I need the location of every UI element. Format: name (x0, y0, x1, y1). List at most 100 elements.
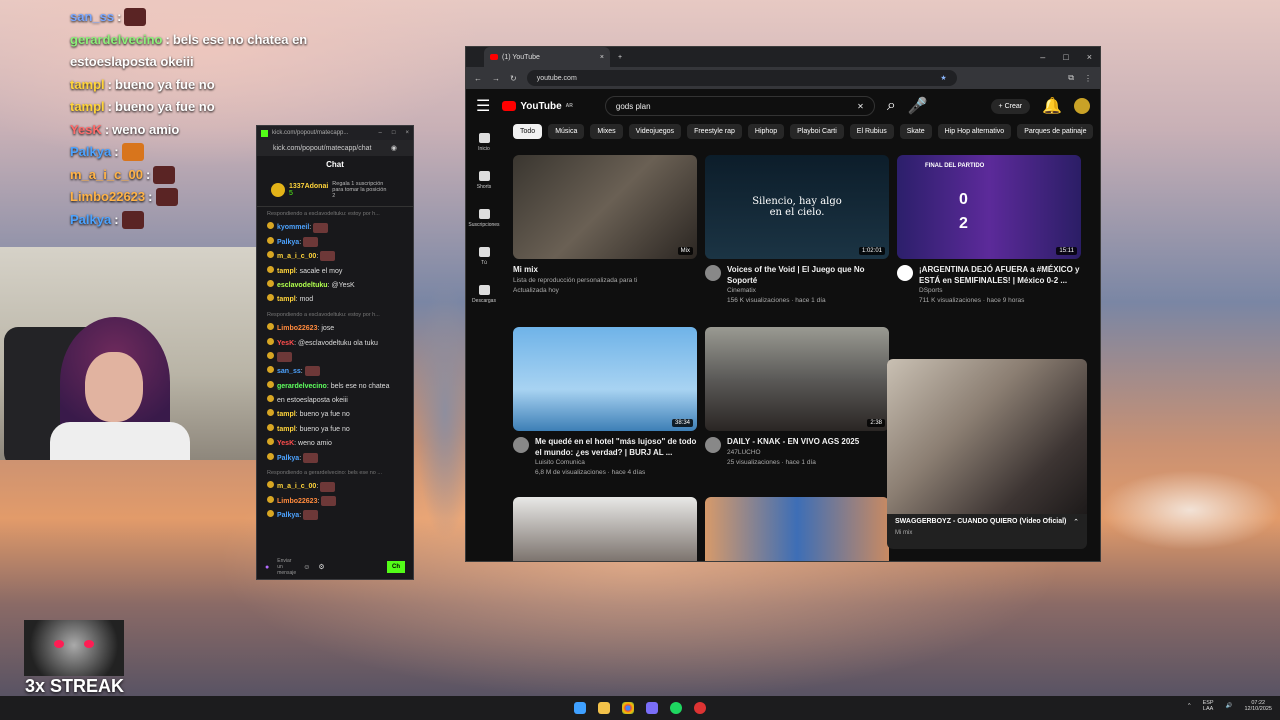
chat-message[interactable]: Limbo22623: jose (257, 322, 413, 336)
volume-icon[interactable]: 🔊 (1226, 703, 1233, 709)
chat-message[interactable]: kyommeil: (257, 221, 413, 235)
voice-search-icon[interactable]: 🎤 (908, 96, 928, 116)
video-card[interactable] (705, 497, 889, 561)
filter-chip[interactable]: Skate (899, 124, 932, 139)
filter-chip[interactable]: Música (548, 124, 585, 139)
chat-input[interactable]: Enviar un mensaje (277, 558, 296, 576)
video-thumbnail[interactable]: Mix (513, 155, 697, 259)
video-title[interactable]: ¡ARGENTINA DEJÓ AFUERA a #MÉXICO y ESTÁ … (919, 265, 1081, 286)
reply-context[interactable]: Respondiendo a gerardelvecino: bels ese … (257, 466, 413, 480)
obs-icon[interactable] (694, 702, 706, 714)
chat-username[interactable]: YesK (277, 340, 294, 347)
create-button[interactable]: + Crear (990, 98, 1031, 114)
video-thumbnail[interactable] (513, 497, 697, 561)
chat-username[interactable]: tampl (277, 268, 296, 275)
filter-chip[interactable]: Parques de patinaje (1017, 124, 1094, 139)
search-input[interactable]: gods plan ✕ (604, 96, 875, 116)
chat-username[interactable]: tampl (277, 411, 296, 418)
filter-chip[interactable]: Hip Hop alternativo (937, 124, 1012, 139)
video-channel[interactable]: 247LUCHO (727, 448, 859, 458)
chat-message[interactable]: m_a_i_c_00: (257, 480, 413, 494)
chat-username[interactable]: m_a_i_c_00 (277, 483, 316, 490)
video-channel[interactable]: Luisito Comunica (535, 458, 697, 468)
close-icon[interactable]: × (405, 130, 409, 136)
video-thumbnail[interactable]: FINAL DEL PARTIDO 0 2 15:11 (897, 155, 1081, 259)
video-card[interactable]: Silencio, hay algo en el cielo. 1:02:01 V… (705, 155, 889, 306)
video-title[interactable]: Voices of the Void | El Juego que No Sop… (727, 265, 889, 286)
language-indicator[interactable]: ESP LAA (1203, 700, 1214, 712)
chat-username[interactable]: Palkya (277, 455, 299, 462)
chat-username[interactable]: tampl (277, 296, 296, 303)
chat-message[interactable]: tampl: mod (257, 293, 413, 307)
chat-message[interactable]: YesK: @esclavodeltuku ola tuku (257, 337, 413, 351)
chat-message[interactable]: m_a_i_c_00: (257, 250, 413, 264)
bookmark-star-icon[interactable]: ★ (940, 74, 946, 82)
chat-username[interactable]: YesK (277, 440, 294, 447)
channel-avatar[interactable] (705, 265, 721, 281)
sidebar-item-2[interactable]: Suscripciones (466, 199, 502, 237)
chat-message[interactable]: Palkya: (257, 236, 413, 250)
video-thumbnail[interactable] (705, 497, 889, 561)
chat-message[interactable]: Palkya: (257, 509, 413, 523)
video-card[interactable] (513, 497, 697, 561)
chat-message[interactable]: Palkya: (257, 452, 413, 466)
settings-icon[interactable]: ⚙ (318, 563, 324, 571)
filter-chip[interactable]: Hiphop (747, 124, 785, 139)
tab-close-icon[interactable]: × (600, 54, 604, 61)
back-icon[interactable]: ← (474, 74, 482, 83)
chat-username[interactable]: san_ss (277, 368, 301, 375)
sidebar-item-1[interactable]: Shorts (466, 161, 502, 199)
kick-url-bar[interactable]: kick.com/popout/matecapp/chat ◉ (257, 140, 413, 156)
chat-message[interactable]: esclavodeltuku: @YesK (257, 279, 413, 293)
channel-avatar[interactable] (897, 265, 913, 281)
reload-icon[interactable]: ↻ (510, 74, 517, 83)
reply-context[interactable]: Respondiendo a esclavodeltuku: estoy por… (257, 308, 413, 322)
start-icon[interactable] (574, 702, 586, 714)
chat-message[interactable] (257, 351, 413, 365)
search-icon[interactable]: ⌕ (887, 97, 896, 115)
video-card[interactable]: 2:38 DAILY - KNAK - EN VIVO AGS 2025 247L… (705, 327, 889, 468)
send-button[interactable]: Ch (387, 561, 405, 573)
reply-context[interactable]: Respondiendo a esclavodeltuku: estoy por… (257, 207, 413, 221)
video-title[interactable]: DAILY - KNAK - EN VIVO AGS 2025 (727, 437, 859, 448)
filter-chip[interactable]: Freestyle rap (687, 124, 742, 139)
maximize-icon[interactable]: □ (1063, 52, 1068, 62)
tab-youtube[interactable]: (1) YouTube × (484, 47, 610, 67)
tray-chevron-icon[interactable]: ^ (1188, 703, 1191, 709)
mic-icon[interactable]: ● (265, 564, 269, 571)
new-tab-icon[interactable]: + (618, 54, 622, 61)
chat-username[interactable]: Palkya (277, 512, 299, 519)
menu-icon[interactable]: ⋮ (1084, 74, 1092, 83)
chat-message[interactable]: Limbo22623: (257, 495, 413, 509)
video-card[interactable]: FINAL DEL PARTIDO 0 2 15:11 ¡ARGENTINA D… (897, 155, 1081, 306)
close-icon[interactable]: × (1087, 52, 1092, 62)
address-bar[interactable]: youtube.com ★ (526, 70, 957, 86)
extensions-icon[interactable]: ⧉ (1068, 73, 1074, 83)
spotify-icon[interactable] (670, 702, 682, 714)
clock[interactable]: 07:22 12/10/2025 (1244, 700, 1272, 712)
sidebar-item-0[interactable]: Inicio (466, 123, 502, 161)
sidebar-item-4[interactable]: Descargas (466, 275, 502, 313)
chat-username[interactable]: Limbo22623 (277, 498, 317, 505)
chat-username[interactable]: Limbo22623 (277, 325, 317, 332)
file-explorer-icon[interactable] (598, 702, 610, 714)
chat-username[interactable]: tampl (277, 426, 296, 433)
video-thumbnail[interactable]: 38:34 (513, 327, 697, 431)
chat-message[interactable]: YesK: weno amio (257, 437, 413, 451)
chat-message[interactable]: tampl: bueno ya fue no (257, 408, 413, 422)
video-title[interactable]: Me quedé en el hotel "más lujoso" de tod… (535, 437, 697, 458)
channel-avatar[interactable] (705, 437, 721, 453)
expand-icon[interactable]: ⌃ (1073, 518, 1079, 526)
filter-chip[interactable]: El Rubius (849, 124, 894, 139)
miniplayer[interactable]: SWAGGERBOYZ - CUANDO QUIERO (Video Ofici… (887, 359, 1087, 549)
youtube-logo[interactable]: YouTube AR (502, 101, 573, 112)
filter-chip[interactable]: Playboi Carti (790, 124, 844, 139)
video-channel[interactable]: DSports (919, 286, 1081, 296)
chat-message[interactable]: san_ss: (257, 365, 413, 379)
chat-username[interactable]: kyommeil (277, 224, 309, 231)
clear-search-icon[interactable]: ✕ (857, 102, 864, 111)
chat-username[interactable]: m_a_i_c_00 (277, 253, 316, 260)
filter-chip[interactable]: Todo (513, 124, 543, 139)
miniplayer-video[interactable] (887, 359, 1087, 514)
channel-avatar[interactable] (513, 437, 529, 453)
